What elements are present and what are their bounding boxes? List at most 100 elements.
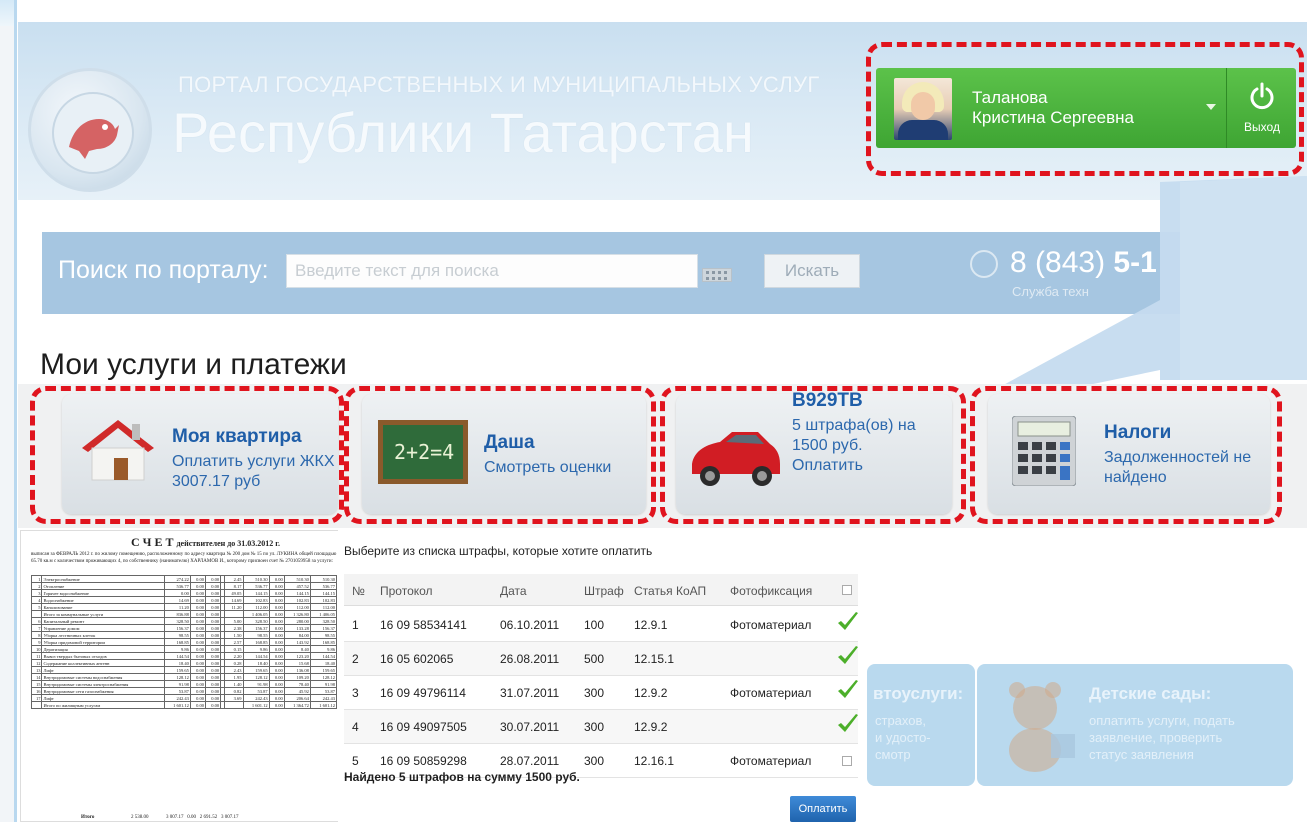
checkmark-icon[interactable] xyxy=(836,678,860,702)
invoice-cell: 5 xyxy=(30,603,43,611)
row-number: 5 xyxy=(352,754,359,768)
section-title: Мои услуги и платежи xyxy=(40,348,347,381)
invoice-cell: 4 xyxy=(30,596,43,604)
invoice-table: 1 Электроснабжение 274.22 0.00 0.00 2.45 510.3… xyxy=(30,575,338,709)
row-article: 12.9.1 xyxy=(634,618,668,632)
invoice-cell: Внутридомовые системы электроснабжения xyxy=(41,680,165,688)
invoice-cell: 0.00 xyxy=(204,673,222,681)
invoice-cell: 128.12 xyxy=(309,673,338,681)
keyboard-icon[interactable] xyxy=(702,268,732,282)
invoice-cell: 0.00 xyxy=(189,694,206,702)
col-number: № xyxy=(352,584,365,598)
invoice-cell: 16 xyxy=(30,687,43,695)
invoice-cell: 0.00 xyxy=(268,575,285,583)
invoice-cell: 91.98 xyxy=(309,680,338,688)
invoice-cell: 0.00 xyxy=(268,645,285,653)
row-checkbox[interactable] xyxy=(842,756,852,766)
invoice-cell: 0.00 xyxy=(204,589,222,597)
tile-auto-services[interactable]: втоуслуги: страхов, и удосто- смотр xyxy=(867,664,975,786)
tile-kindergartens[interactable]: Детские сады: оплатить услуги, подать за… xyxy=(977,664,1293,786)
invoice-cell: 112.00 xyxy=(309,603,338,611)
invoice-cell: 0.00 xyxy=(204,624,222,632)
invoice-cell: 0.00 xyxy=(268,659,285,667)
invoice-cell: 1 601.12 xyxy=(163,701,191,709)
tatarstan-emblem-logo[interactable] xyxy=(28,68,152,192)
invoice-cell: Электроснабжение xyxy=(41,575,165,583)
invoice-cell: 53.87 xyxy=(309,687,338,695)
invoice-cell: 159.65 xyxy=(163,666,191,674)
search-button[interactable]: Искать xyxy=(764,254,860,288)
invoice-total-label: Итого xyxy=(81,815,95,820)
invoice-row: 15 Внутридомовые системы электроснабжения… xyxy=(30,680,338,688)
invoice-cell: 144.15 xyxy=(309,589,338,597)
invoice-cell: 0.00 xyxy=(268,666,285,674)
invoice-cell: 836.88 xyxy=(163,610,191,618)
invoice-cell: 2.45 xyxy=(224,575,244,583)
fines-caption: Выберите из списка штрафы, которые хотит… xyxy=(344,544,653,558)
invoice-cell: 0.00 xyxy=(204,680,222,688)
invoice-cell: 112.00 xyxy=(242,603,270,611)
invoice-cell: Канализование xyxy=(41,603,165,611)
invoice-text: выписан за ФЕВРАЛЬ 2012 г. по жилому пом… xyxy=(31,552,337,564)
invoice-cell: 0.00 xyxy=(189,603,206,611)
row-number: 1 xyxy=(352,618,359,632)
invoice-cell: 2.57 xyxy=(224,638,244,646)
table-row[interactable]: 3 16 09 49796114 31.07.2011 300 12.9.2 Фотома… xyxy=(344,676,858,710)
invoice-cell: 156.37 xyxy=(163,624,191,632)
invoice-cell: 1 406.05 xyxy=(242,610,270,618)
search-label: Поиск по порталу: xyxy=(58,256,269,284)
row-number: 2 xyxy=(352,652,359,666)
row-photo[interactable]: Фотоматериал xyxy=(730,618,811,632)
invoice-cell: 0.00 xyxy=(268,694,285,702)
invoice-cell: 18.40 xyxy=(309,659,338,667)
invoice-cell: Уборка придомовой территории xyxy=(41,638,165,646)
invoice-cell: 0.00 xyxy=(189,645,206,653)
invoice-cell: 0.00 xyxy=(189,638,206,646)
pay-button[interactable]: Оплатить xyxy=(790,796,856,822)
invoice-cell: 274.22 xyxy=(163,575,191,583)
row-photo[interactable]: Фотоматериал xyxy=(730,686,811,700)
background-page-area: втоуслуги: страхов, и удосто- смотр Детс… xyxy=(863,530,1307,822)
invoice-title: С Ч Е Т действителен до 31.03.2012 г. xyxy=(131,535,281,549)
row-number: 4 xyxy=(352,720,359,734)
invoice-cell: 45.92 xyxy=(283,687,311,695)
invoice-cell: 0.00 xyxy=(204,617,222,625)
invoice-cell: 0.00 xyxy=(189,631,206,639)
row-photo[interactable]: Фотоматериал xyxy=(730,754,811,768)
invoice-cell: 280.00 xyxy=(283,617,311,625)
invoice-cell: 159.65 xyxy=(309,666,338,674)
checkmark-icon[interactable] xyxy=(836,644,860,668)
invoice-cell: 9 xyxy=(30,638,43,646)
row-protocol: 16 09 49796114 xyxy=(380,686,466,700)
snow-leopard-icon xyxy=(52,92,134,174)
invoice-row: 17 Лифт 242.43 0.00 0.00 3.69 242.43 0.00 206.64… xyxy=(30,694,338,702)
invoice-cell: 0.00 xyxy=(268,701,285,709)
invoice-cell: 0.00 xyxy=(204,645,222,653)
invoice-cell: 13 xyxy=(30,666,43,674)
invoice-cell: Дератизация xyxy=(41,645,165,653)
invoice-cell: 0.00 xyxy=(204,610,222,618)
invoice-cell: 536.77 xyxy=(309,582,338,590)
row-number: 3 xyxy=(352,686,359,700)
checkmark-icon[interactable] xyxy=(836,712,860,736)
invoice-cell xyxy=(30,610,43,618)
table-row[interactable]: 1 16 09 58534141 06.10.2011 100 12.9.1 Фотома… xyxy=(344,608,858,642)
row-protocol: 16 09 49097505 xyxy=(380,720,467,734)
invoice-cell: 84.00 xyxy=(283,631,311,639)
table-row[interactable]: 4 16 09 49097505 30.07.2011 300 12.9.2 xyxy=(344,710,858,744)
search-input[interactable]: Введите текст для поиска xyxy=(286,254,698,288)
invoice-cell: 11.20 xyxy=(163,603,191,611)
invoice-cell: 0.00 xyxy=(189,652,206,660)
invoice-cell: 78.40 xyxy=(283,680,311,688)
utility-invoice: С Ч Е Т действителен до 31.03.2012 г. вы… xyxy=(20,530,344,822)
invoice-total-values: 2 538.00 3 007.17 0.00 2 691.52 3 007.17 xyxy=(131,815,239,820)
invoice-cell: 1.40 xyxy=(224,680,244,688)
invoice-row: 2 Отопление 536.77 0.00 0.00 8.17 536.77 0.00 45… xyxy=(30,582,338,590)
invoice-cell: 0.00 xyxy=(189,610,206,618)
checkmark-icon[interactable] xyxy=(836,610,860,634)
row-date: 30.07.2011 xyxy=(500,720,560,734)
select-all-checkbox[interactable] xyxy=(842,585,852,595)
table-row[interactable]: 2 16 05 602065 26.08.2011 500 12.15.1 xyxy=(344,642,858,676)
invoice-cell: 144.54 xyxy=(309,652,338,660)
invoice-cell: 457.52 xyxy=(283,582,311,590)
